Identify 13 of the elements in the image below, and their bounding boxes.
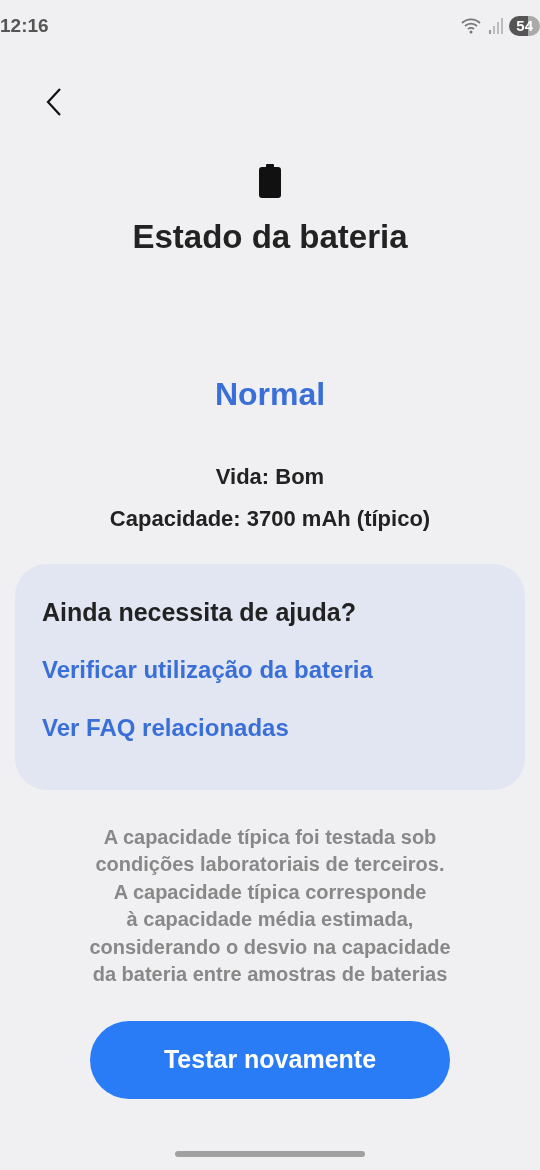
page-title: Estado da bateria bbox=[132, 217, 408, 257]
battery-status: Normal bbox=[214, 374, 326, 414]
help-link[interactable]: Verificar utilização da bateria bbox=[42, 653, 373, 686]
help-link[interactable]: Ver FAQ relacionadas bbox=[42, 711, 289, 744]
signal-icon bbox=[489, 18, 504, 34]
status-time: 12:16 bbox=[0, 13, 49, 38]
help-title: Ainda necessita de ajuda? bbox=[42, 596, 356, 628]
battery-detail: Capacidade: 3700 mAh (típico) bbox=[109, 504, 431, 533]
retest-button[interactable]: Testar novamente bbox=[90, 1020, 450, 1099]
battery-level: 54 bbox=[509, 16, 540, 36]
battery-icon bbox=[259, 164, 281, 198]
battery-detail: Vida: Bom bbox=[215, 462, 325, 491]
capacity-note: A capacidade típica foi testada sob condições laboratoriais de terceiros. A capacidade típica corresponde à capacidade média estimada, considerando o desvio na capacidade da bateria entre amostras de baterias bbox=[89, 824, 451, 987]
